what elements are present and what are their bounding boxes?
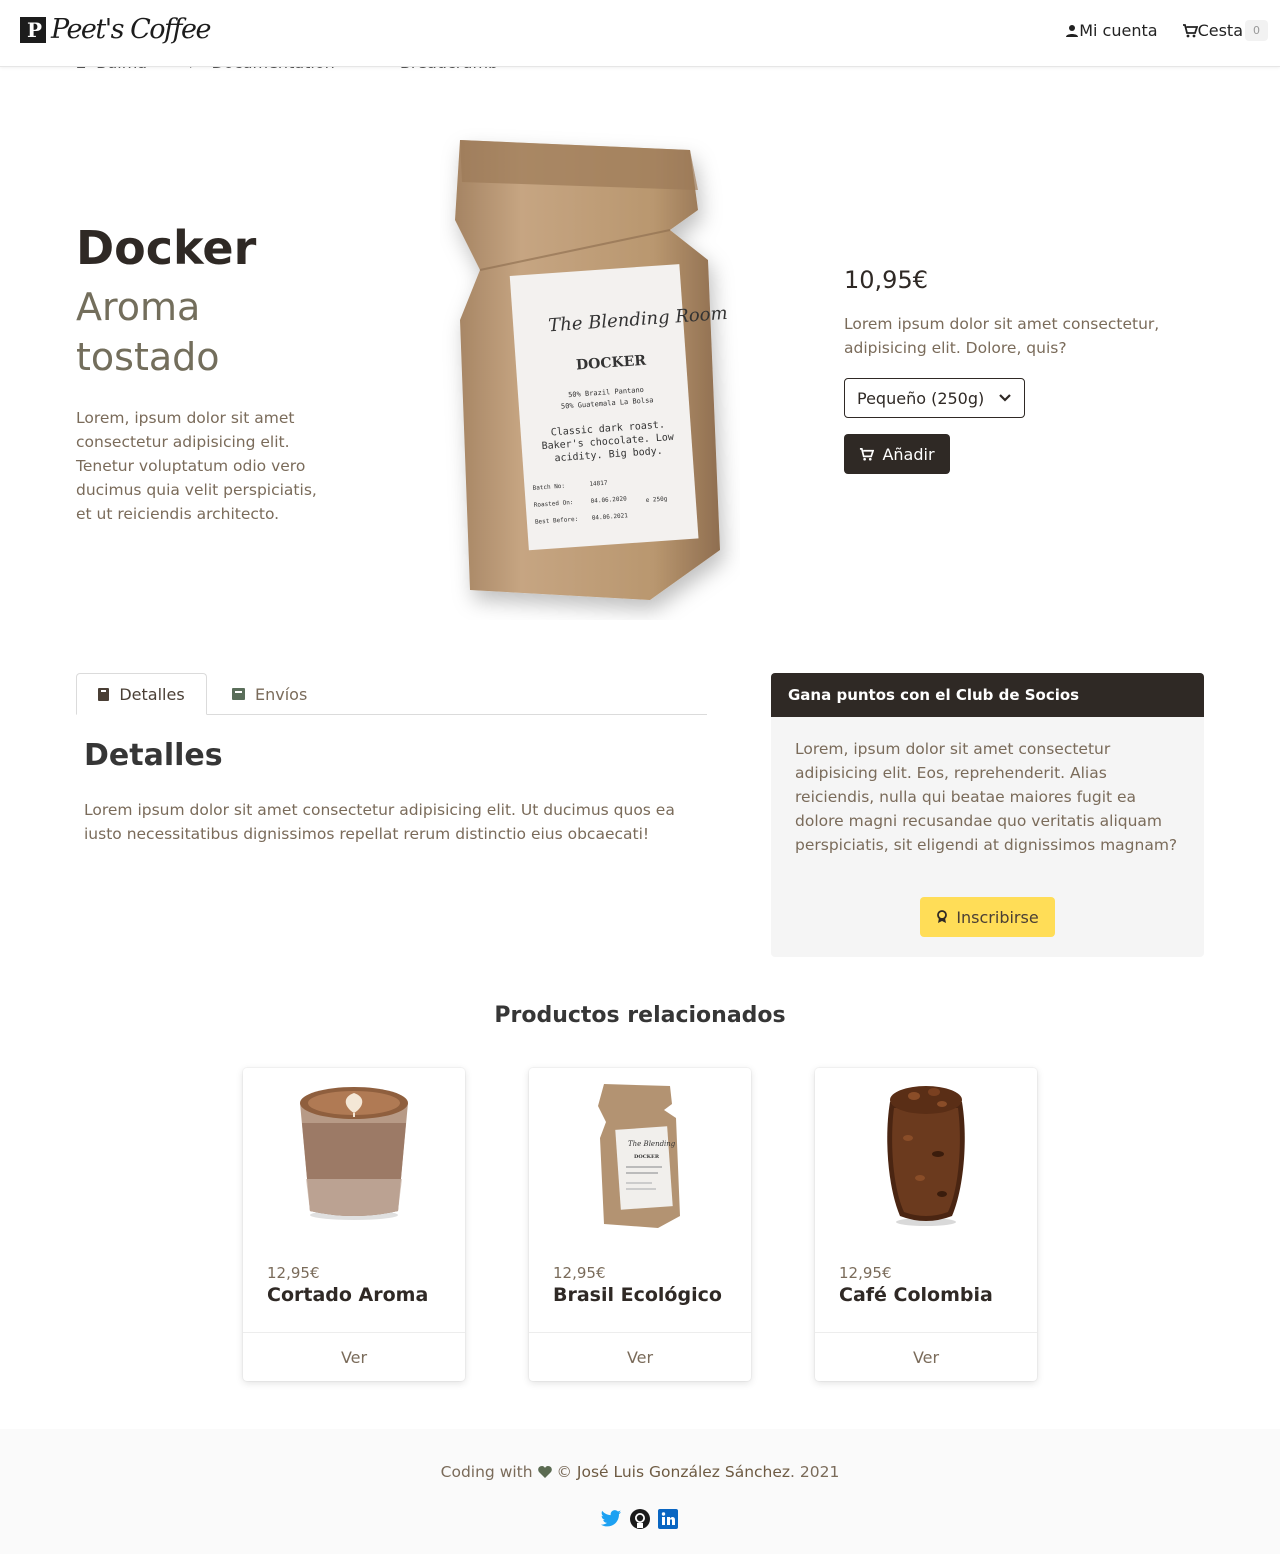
product-tabs: Detalles Envíos (76, 673, 707, 715)
tab-details[interactable]: Detalles (76, 673, 207, 715)
details-text: Lorem ipsum dolor sit amet consectetur a… (84, 801, 675, 843)
footer-prefix: Coding with (440, 1463, 533, 1481)
product-image: The Blending Room DOCKER 50% Brazil Pant… (440, 120, 740, 620)
card-price: 12,95€ (553, 1264, 606, 1282)
brand-name: Peet's Coffee (51, 14, 211, 45)
size-selected-value: Pequeño (250g) (857, 388, 985, 408)
chevron-down-icon (999, 394, 1011, 402)
cart-label: Cesta (1197, 21, 1243, 40)
author-link[interactable]: José Luis González Sánchez (577, 1463, 790, 1481)
twitter-icon[interactable] (600, 1509, 622, 1529)
club-heading: Gana puntos con el Club de Socios (771, 673, 1204, 717)
nav-actions: Mi cuenta Cesta 0 (1065, 20, 1268, 41)
view-button[interactable]: Ver (815, 1332, 1037, 1381)
view-button[interactable]: Ver (243, 1332, 465, 1381)
product-card[interactable]: The Blending DOCKER 12,95€ Brasil Ecológ… (529, 1068, 751, 1381)
tab-details-label: Detalles (119, 684, 185, 704)
brand-logo[interactable]: P Peet's Coffee (20, 14, 211, 45)
cart-icon (860, 447, 875, 460)
related-heading: Productos relacionados (494, 1003, 786, 1028)
product-price: 10,95€ (844, 266, 928, 294)
linkedin-icon[interactable] (658, 1509, 678, 1529)
footer-credit: Coding with © José Luis González Sánchez… (0, 1463, 1280, 1481)
view-button[interactable]: Ver (529, 1332, 751, 1381)
product-card[interactable]: 12,95€ Café Colombia Ver (815, 1068, 1037, 1381)
details-heading: Detalles (84, 738, 223, 773)
cart-icon (1182, 23, 1198, 37)
product-card[interactable]: 12,95€ Cortado Aroma Ver (243, 1068, 465, 1381)
card-title: Brasil Ecológico (553, 1284, 722, 1306)
svg-text:DOCKER: DOCKER (634, 1154, 660, 1160)
product-intro: Docker Aroma tostado Lorem, ipsum dolor … (76, 220, 336, 526)
cart-count-badge: 0 (1245, 20, 1268, 41)
footer-copyright: © (556, 1463, 572, 1481)
user-icon (1066, 24, 1079, 37)
account-link[interactable]: Mi cuenta (1065, 21, 1158, 40)
join-label: Inscribirse (956, 907, 1039, 927)
cortado-image (243, 1068, 465, 1238)
product-subtitle: Aroma tostado (76, 285, 220, 379)
logo-mark-icon: P (20, 16, 46, 43)
members-club-panel: Gana puntos con el Club de Socios Lorem,… (771, 673, 1204, 957)
card-price: 12,95€ (839, 1264, 892, 1282)
heart-icon (537, 1466, 552, 1478)
github-icon[interactable] (630, 1509, 650, 1529)
add-to-cart-button[interactable]: Añadir (844, 434, 950, 474)
size-select[interactable]: Pequeño (250g) (844, 378, 1025, 418)
account-label: Mi cuenta (1079, 21, 1158, 40)
box-icon (232, 688, 245, 700)
purchase-panel: 10,95€ Lorem ipsum dolor sit amet consec… (844, 266, 1184, 474)
tab-shipping[interactable]: Envíos (232, 673, 307, 715)
club-text: Lorem, ipsum dolor sit amet consectetur … (795, 740, 1178, 854)
footer-year: . 2021 (790, 1463, 840, 1481)
brasil-image: The Blending DOCKER (529, 1068, 751, 1238)
tab-shipping-label: Envíos (255, 684, 308, 704)
card-title: Cortado Aroma (267, 1284, 429, 1306)
colombia-image (815, 1068, 1037, 1238)
book-icon (98, 687, 110, 701)
footer: Coding with © José Luis González Sánchez… (0, 1429, 1280, 1554)
cart-link[interactable]: Cesta 0 (1182, 20, 1268, 41)
product-description: Lorem, ipsum dolor sit amet consectetur … (76, 409, 317, 523)
card-price: 12,95€ (267, 1264, 320, 1282)
join-button[interactable]: Inscribirse (920, 897, 1055, 937)
social-links (600, 1509, 678, 1529)
svg-text:The Blending: The Blending (628, 1140, 676, 1148)
top-navbar: P Peet's Coffee Mi cuenta Cesta 0 (0, 0, 1280, 67)
product-title: Docker (76, 221, 257, 275)
add-to-cart-label: Añadir (882, 444, 935, 464)
award-icon (937, 910, 948, 923)
bag-batch-text: 14817 (589, 480, 608, 488)
card-title: Café Colombia (839, 1284, 993, 1306)
product-short-description: Lorem ipsum dolor sit amet consectetur, … (844, 315, 1160, 357)
